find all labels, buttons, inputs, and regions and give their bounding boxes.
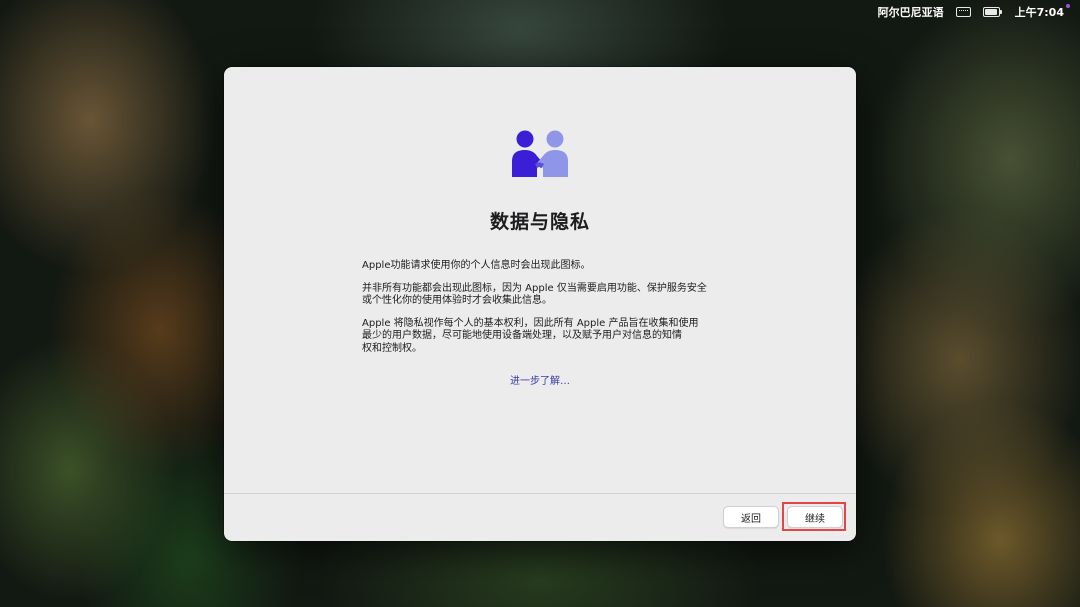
menu-bar-clock[interactable]: 上午7:04	[1015, 4, 1064, 20]
privacy-description: Apple功能请求使用你的个人信息时会出现此图标。 并非所有功能都会出现此图标，…	[362, 260, 714, 365]
description-paragraph-3: Apple 将隐私视作每个人的基本权利，因此所有 Apple 产品旨在收集和使用…	[362, 317, 699, 354]
continue-button[interactable]: 继续	[787, 506, 843, 528]
page-title: 数据与隐私	[489, 211, 590, 233]
battery-charging-icon[interactable]	[982, 7, 1002, 17]
setup-assistant-window: 数据与隐私 Apple功能请求使用你的个人信息时会出现此图标。 并非所有功能都会…	[224, 67, 856, 541]
desktop-background: 阿尔巴尼亚语 上午7:04 数据与隐私 Apple功能请求使用你的个人信息时会出…	[0, 0, 1080, 607]
description-paragraph-1: Apple功能请求使用你的个人信息时会出现此图标。	[362, 260, 591, 271]
learn-more-link[interactable]: 进一步了解…	[224, 372, 856, 387]
description-paragraph-2: 并非所有功能都会出现此图标，因为 Apple 仅当需要启用功能、保护服务安全 或…	[362, 282, 707, 307]
back-button[interactable]: 返回	[723, 506, 779, 528]
privacy-handshake-icon	[512, 130, 568, 177]
keyboard-icon[interactable]	[955, 7, 971, 17]
input-source-label[interactable]: 阿尔巴尼亚语	[878, 4, 944, 20]
footer-divider	[224, 493, 856, 494]
status-dot	[1066, 4, 1070, 8]
menu-bar: 阿尔巴尼亚语 上午7:04	[878, 0, 1080, 24]
